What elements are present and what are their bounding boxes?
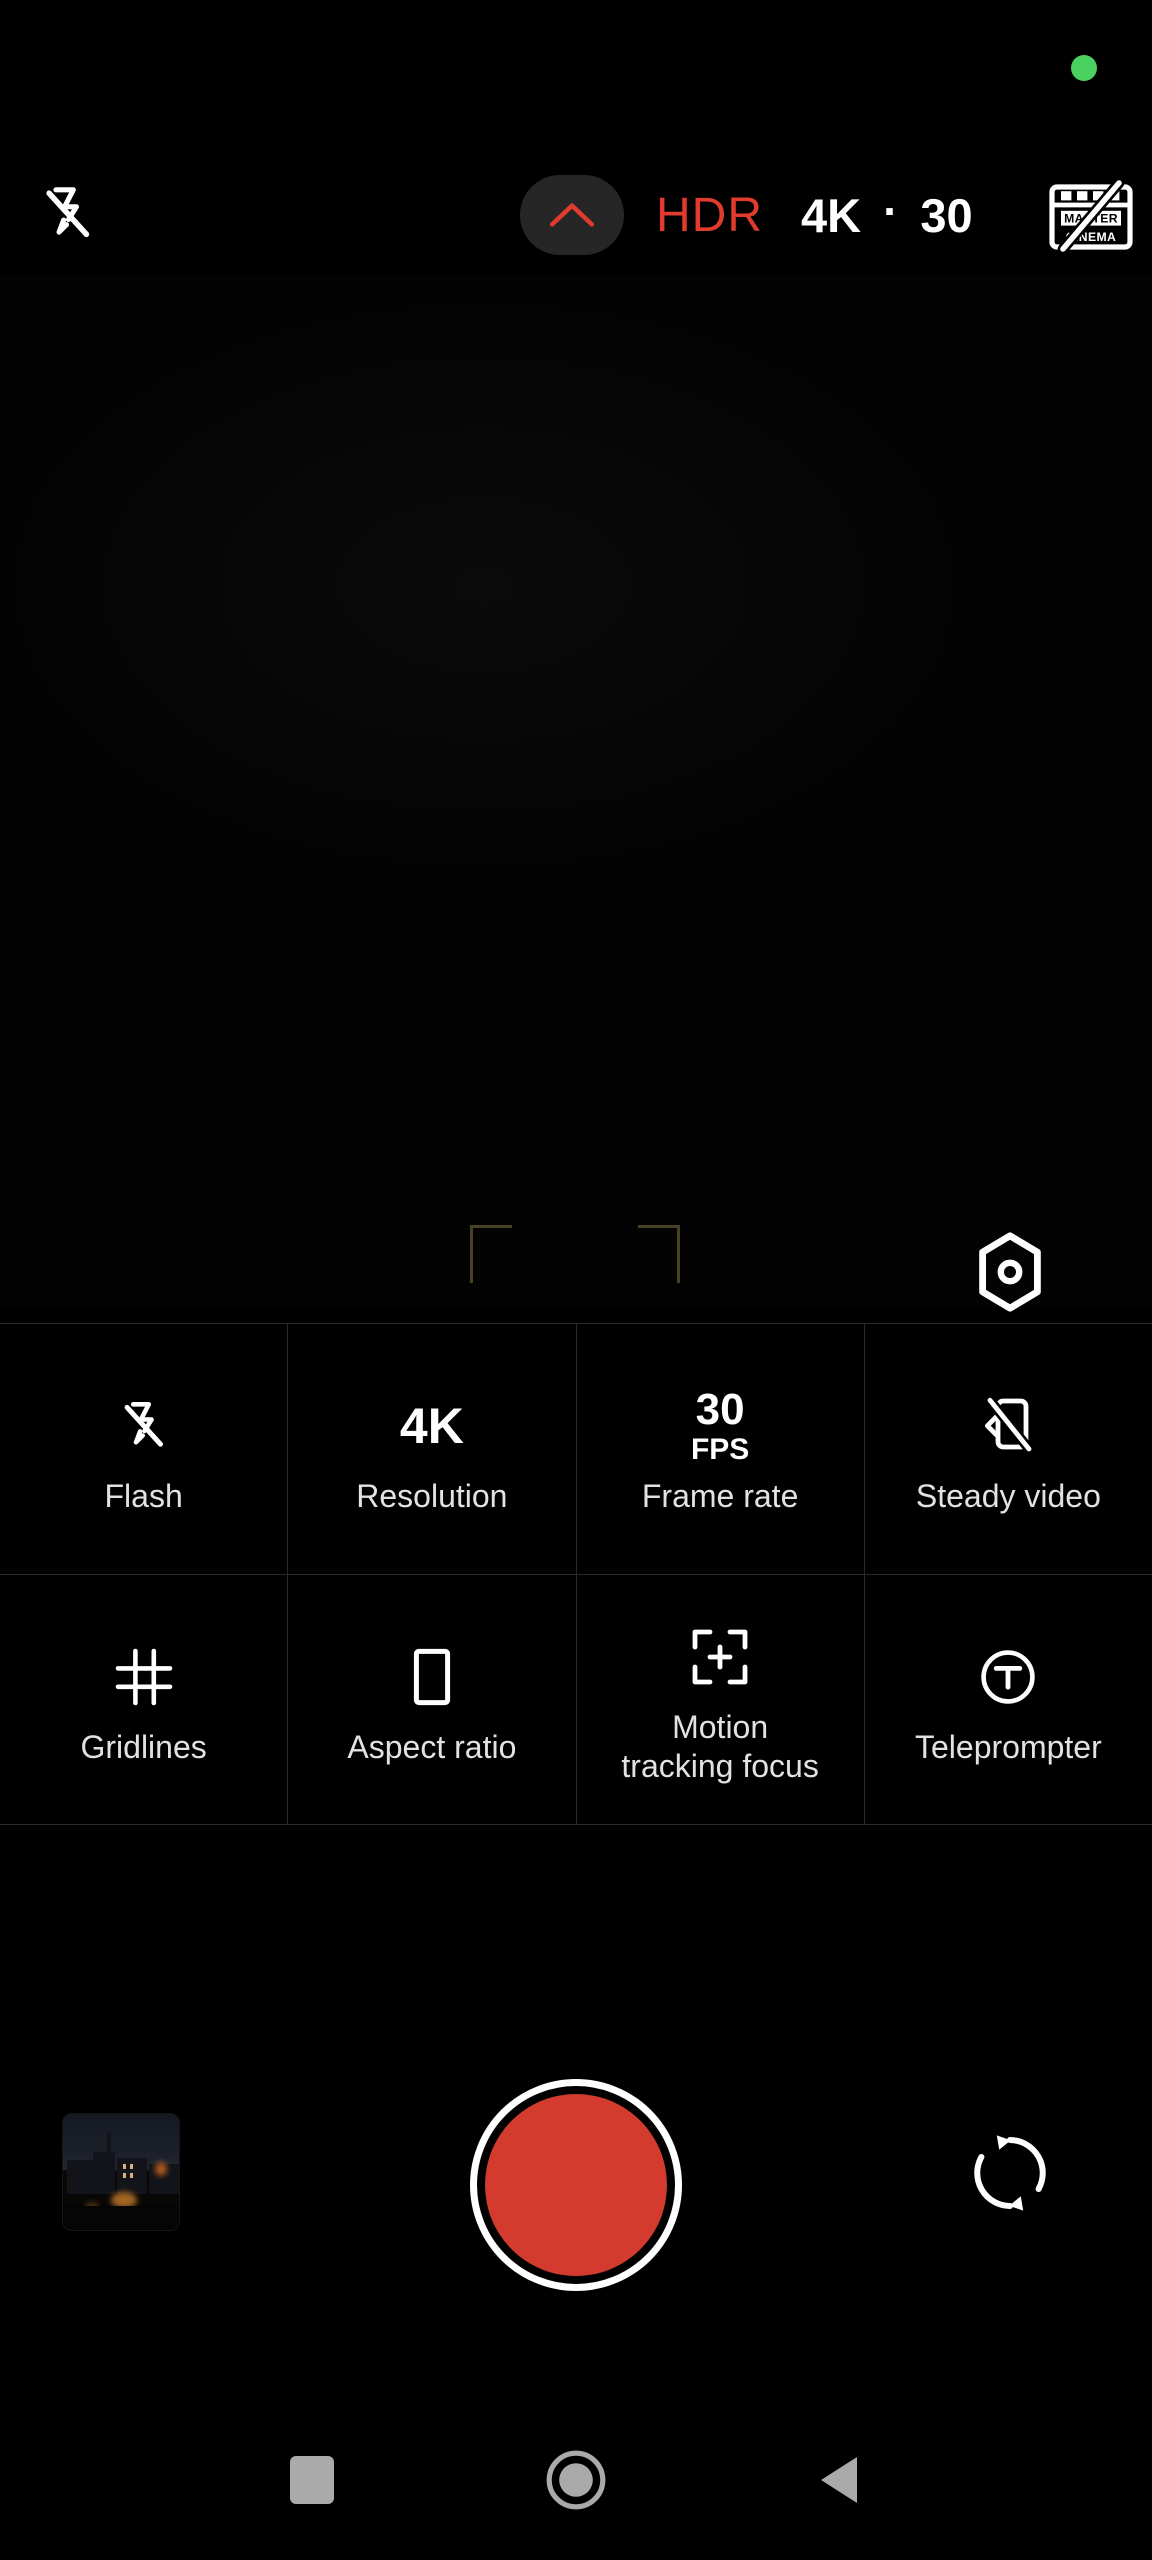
- setting-tile-motion-tracking-focus[interactable]: Motion tracking focus: [577, 1574, 865, 1824]
- flash-off-icon: [118, 1385, 170, 1467]
- resolution-value-icon: 4K: [400, 1385, 464, 1467]
- aspect-ratio-icon: [412, 1636, 452, 1718]
- resolution-value: 4K: [399, 1398, 464, 1455]
- settings-panel: Flash 4K Resolution 30 FPS Frame rate St…: [0, 1323, 1152, 1825]
- motion-tracking-icon: [691, 1616, 749, 1698]
- chevron-up-icon: [549, 203, 595, 227]
- setting-tile-steady-video[interactable]: Steady video: [865, 1324, 1152, 1574]
- record-button-ring: [470, 2079, 682, 2291]
- gridlines-icon: [115, 1636, 173, 1718]
- focus-corner-left-icon: [470, 1225, 512, 1283]
- circle-home-icon[interactable]: [528, 2432, 624, 2528]
- thumbnail-building: [67, 2160, 93, 2194]
- android-navigation-bar: [0, 2400, 1152, 2560]
- thumbnail-window: [123, 2173, 126, 2178]
- setting-tile-aspect-ratio[interactable]: Aspect ratio: [288, 1574, 577, 1824]
- thumbnail-antenna: [107, 2132, 111, 2162]
- setting-label: Motion tracking focus: [621, 1708, 818, 1786]
- thumbnail-window: [123, 2164, 126, 2169]
- setting-label-line-2: tracking focus: [621, 1748, 819, 1785]
- setting-tile-teleprompter[interactable]: Teleprompter: [865, 1575, 1152, 1825]
- setting-tile-frame-rate[interactable]: 30 FPS Frame rate: [577, 1324, 865, 1574]
- record-button[interactable]: [462, 2075, 690, 2295]
- setting-label: Resolution: [356, 1478, 508, 1515]
- flip-camera-icon[interactable]: [955, 2117, 1065, 2229]
- setting-label: Aspect ratio: [347, 1728, 517, 1765]
- gallery-thumbnail-button[interactable]: [62, 2113, 180, 2231]
- framerate-value: 30: [695, 1384, 745, 1434]
- green-privacy-dot-icon: [1071, 55, 1097, 81]
- setting-tile-flash[interactable]: Flash: [0, 1324, 289, 1574]
- square-recents-icon[interactable]: [264, 2432, 360, 2528]
- master-cinema-off-icon[interactable]: MASTER CINEMA: [1045, 178, 1137, 256]
- framerate-unit: FPS: [690, 1432, 750, 1466]
- settings-row: Gridlines Aspect ratio Motion tracking f…: [0, 1574, 1152, 1825]
- capture-settings-cluster: HDR 4K · 30: [520, 160, 973, 270]
- thumbnail-window: [130, 2173, 133, 2178]
- focus-bracket-overlay: [0, 1215, 1152, 1325]
- framerate-label[interactable]: 30: [920, 188, 972, 243]
- thumbnail-building: [93, 2152, 115, 2194]
- viewfinder-preview: [0, 276, 1152, 1306]
- thumbnail-foreground: [63, 2206, 179, 2230]
- setting-label-line-1: Motion: [672, 1709, 769, 1746]
- separator-dot: ·: [883, 185, 899, 237]
- setting-label: Teleprompter: [915, 1728, 1102, 1765]
- focus-corner-right-icon: [638, 1225, 680, 1283]
- top-bar: HDR 4K · 30 MASTER CINEMA: [0, 160, 1152, 270]
- settings-row: Flash 4K Resolution 30 FPS Frame rate St…: [0, 1324, 1152, 1575]
- setting-label: Gridlines: [80, 1728, 207, 1765]
- shutter-bar: [0, 2075, 1152, 2295]
- aperture-hexagon-icon[interactable]: [955, 1219, 1065, 1324]
- expand-settings-button[interactable]: [520, 175, 624, 255]
- camera-viewfinder[interactable]: [0, 276, 1152, 1306]
- record-button-inner: [485, 2094, 667, 2276]
- triangle-back-icon[interactable]: [792, 2432, 888, 2528]
- resolution-label[interactable]: 4K: [801, 188, 861, 243]
- setting-label: Frame rate: [641, 1478, 799, 1515]
- setting-label: Steady video: [915, 1478, 1101, 1515]
- setting-tile-resolution[interactable]: 4K Resolution: [288, 1324, 577, 1574]
- flash-off-icon[interactable]: [22, 168, 114, 260]
- steady-video-off-icon: [979, 1385, 1037, 1467]
- thumbnail-window: [130, 2164, 133, 2169]
- thumbnail-light: [155, 2162, 167, 2176]
- teleprompter-icon: [979, 1636, 1037, 1718]
- setting-tile-gridlines[interactable]: Gridlines: [0, 1574, 289, 1824]
- hdr-label[interactable]: HDR: [656, 188, 763, 243]
- setting-label: Flash: [104, 1478, 183, 1515]
- framerate-value-icon: 30 FPS: [691, 1385, 749, 1467]
- camera-app-screen: HDR 4K · 30 MASTER CINEMA: [0, 0, 1152, 2560]
